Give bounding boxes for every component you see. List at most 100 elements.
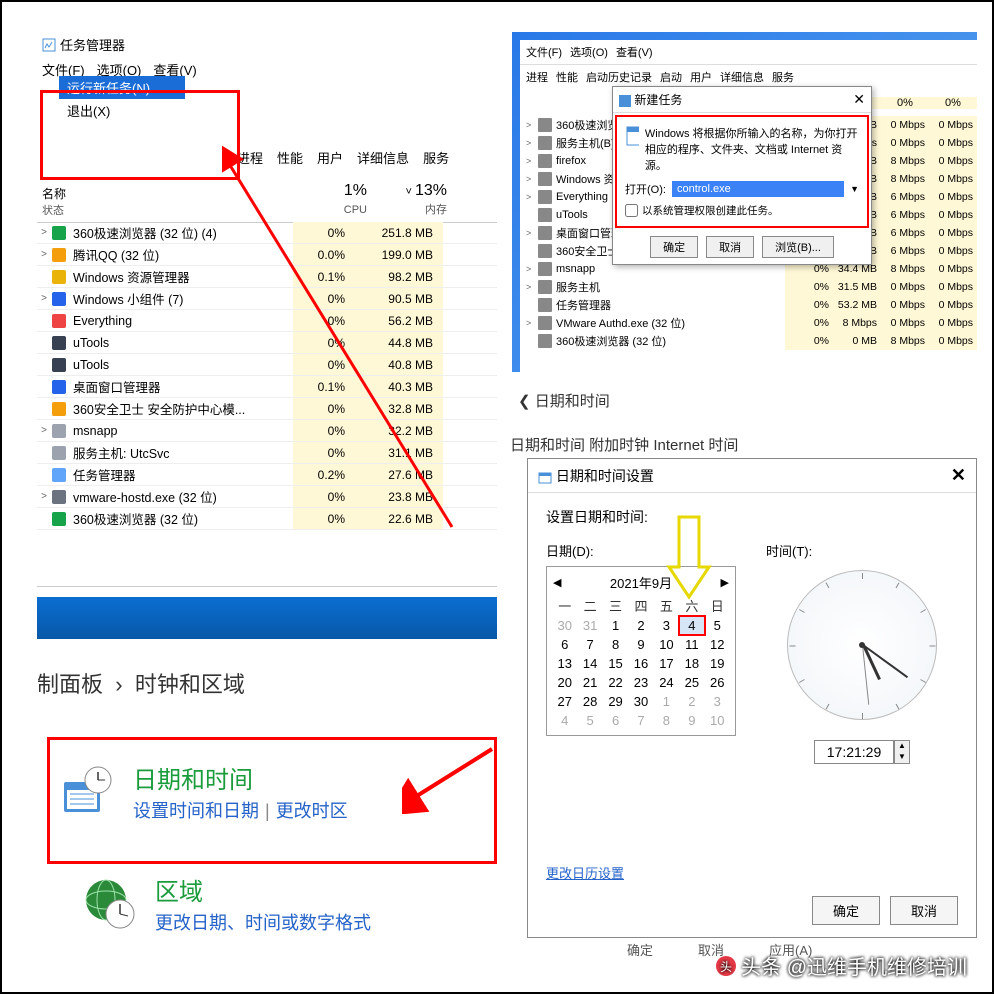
spin-up[interactable]: ▲ xyxy=(895,741,909,752)
calendar-day[interactable]: 6 xyxy=(604,712,627,729)
taskmgr-icon xyxy=(42,38,56,52)
table-row[interactable]: 360极速浏览器 (32 位)0%22.6 MB xyxy=(37,508,497,530)
calendar-day[interactable]: 10 xyxy=(706,712,729,729)
calendar-day[interactable]: 29 xyxy=(604,693,627,710)
yellow-arrow-annotation xyxy=(664,512,714,602)
spin-down[interactable]: ▼ xyxy=(895,752,909,763)
calendar-day[interactable]: 16 xyxy=(629,655,652,672)
change-calendar-link[interactable]: 更改日历设置 xyxy=(546,863,624,882)
time-input[interactable]: ▲▼ xyxy=(766,740,958,764)
calendar-day[interactable]: 6 xyxy=(553,636,576,653)
calendar-day[interactable]: 26 xyxy=(706,674,729,691)
calendar-day[interactable]: 8 xyxy=(604,636,627,653)
calendar-day[interactable]: 23 xyxy=(629,674,652,691)
table-row[interactable]: 服务主机: UtcSvc0%31.1 MB xyxy=(37,442,497,464)
calendar-day[interactable]: 8 xyxy=(655,712,678,729)
calendar-day[interactable]: 3 xyxy=(706,693,729,710)
calendar-day[interactable]: 1 xyxy=(604,617,627,634)
calendar-day[interactable]: 25 xyxy=(680,674,703,691)
calendar-day[interactable]: 24 xyxy=(655,674,678,691)
calendar-day[interactable]: 18 xyxy=(680,655,703,672)
calendar-day[interactable]: 14 xyxy=(578,655,601,672)
table-row[interactable]: 任务管理器0%53.2 MB0 Mbps0 Mbps xyxy=(526,296,977,314)
table-row[interactable]: Windows 资源管理器0.1%98.2 MB xyxy=(37,266,497,288)
calendar-day[interactable]: 30 xyxy=(553,617,576,634)
prev-month[interactable]: ◀ xyxy=(553,576,561,589)
globe-clock-icon xyxy=(82,876,137,931)
close-icon[interactable]: ✕ xyxy=(951,465,966,486)
calendar-clock-icon xyxy=(60,764,115,819)
cp-datetime[interactable]: 日期和时间 设置时间和日期|更改时区 xyxy=(60,760,484,823)
table-row[interactable]: Everything0%56.2 MB xyxy=(37,310,497,332)
calendar-day[interactable]: 5 xyxy=(578,712,601,729)
analog-clock xyxy=(787,570,937,720)
admin-checkbox[interactable] xyxy=(625,204,638,217)
dt-tabs: 日期和时间 附加时钟 Internet 时间 xyxy=(510,434,738,455)
calendar-day[interactable]: 15 xyxy=(604,655,627,672)
calendar-day[interactable]: 5 xyxy=(706,617,729,634)
table-row[interactable]: uTools0%44.8 MB xyxy=(37,332,497,354)
calendar-day[interactable]: 11 xyxy=(680,636,703,653)
table-row[interactable]: uTools0%40.8 MB xyxy=(37,354,497,376)
run-dialog: 新建任务 ✕ Windows 将根据你所输入的名称，为你打开相应的程序、文件夹、… xyxy=(612,86,872,265)
calendar-day[interactable]: 22 xyxy=(604,674,627,691)
table-row[interactable]: >腾讯QQ (32 位)0.0%199.0 MB xyxy=(37,244,497,266)
table-row[interactable]: >VMware Authd.exe (32 位)0%8 Mbps0 Mbps0 … xyxy=(526,314,977,332)
process-list: >360极速浏览器 (32 位) (4)0%251.8 MB>腾讯QQ (32 … xyxy=(37,222,497,530)
table-row[interactable]: >360极速浏览器 (32 位) (4)0%251.8 MB xyxy=(37,222,497,244)
calendar-day[interactable]: 20 xyxy=(553,674,576,691)
close-icon[interactable]: ✕ xyxy=(853,91,865,108)
tm-tabs: 进程 性能 用户 详细信息 服务 xyxy=(237,148,449,167)
red-highlight-box xyxy=(40,90,240,180)
table-row[interactable]: 桌面窗口管理器0.1%40.3 MB xyxy=(37,376,497,398)
dt-header: ❮ 日期和时间 xyxy=(518,390,610,411)
calendar-day[interactable]: 3 xyxy=(655,617,678,634)
tm-title: 任务管理器 xyxy=(37,32,202,57)
calendar-day[interactable]: 4 xyxy=(680,617,703,634)
calendar-day[interactable]: 7 xyxy=(578,636,601,653)
calendar-day[interactable]: 1 xyxy=(655,693,678,710)
tab-users[interactable]: 用户 xyxy=(317,148,343,167)
taskmgr-run-panel: 文件(F) 选项(O) 查看(V) 进程 性能 启动历史记录 启动 用户 详细信… xyxy=(512,32,977,372)
cp-region[interactable]: 区域 更改日期、时间或数字格式 xyxy=(82,872,371,935)
dt-ok-button[interactable]: 确定 xyxy=(812,896,880,925)
calendar-day[interactable]: 28 xyxy=(578,693,601,710)
calendar-day[interactable]: 9 xyxy=(680,712,703,729)
table-row[interactable]: >服务主机0%31.5 MB0 Mbps0 Mbps xyxy=(526,278,977,296)
calendar-day[interactable]: 10 xyxy=(655,636,678,653)
run-cancel-button[interactable]: 取消 xyxy=(706,236,754,258)
run-app-icon xyxy=(625,125,639,153)
tm-column-headers: 名称状态 1%CPU ˅ 13%内存 xyxy=(37,182,497,223)
table-row[interactable]: >vmware-hostd.exe (32 位)0%23.8 MB xyxy=(37,486,497,508)
calendar-day[interactable]: 30 xyxy=(629,693,652,710)
run-browse-button[interactable]: 浏览(B)... xyxy=(762,236,834,258)
calendar-day[interactable]: 7 xyxy=(629,712,652,729)
control-panel-items: 日期和时间 设置时间和日期|更改时区 xyxy=(47,737,497,864)
calendar-day[interactable]: 21 xyxy=(578,674,601,691)
table-row[interactable]: >msnapp0%32.2 MB xyxy=(37,420,497,442)
calendar-day[interactable]: 2 xyxy=(680,693,703,710)
calendar-day[interactable]: 17 xyxy=(655,655,678,672)
tab-processes[interactable]: 进程 xyxy=(237,148,263,167)
dt-cancel-button[interactable]: 取消 xyxy=(890,896,958,925)
table-row[interactable]: 任务管理器0.2%27.6 MB xyxy=(37,464,497,486)
tab-services[interactable]: 服务 xyxy=(423,148,449,167)
calendar-day[interactable]: 12 xyxy=(706,636,729,653)
tab-details[interactable]: 详细信息 xyxy=(357,148,409,167)
calendar-day[interactable]: 27 xyxy=(553,693,576,710)
table-row[interactable]: 360安全卫士 安全防护中心模...0%32.8 MB xyxy=(37,398,497,420)
calendar-day[interactable]: 13 xyxy=(553,655,576,672)
next-month[interactable]: ▶ xyxy=(721,576,729,589)
calendar-day[interactable]: 19 xyxy=(706,655,729,672)
run-input[interactable] xyxy=(672,181,844,197)
run-ok-button[interactable]: 确定 xyxy=(650,236,698,258)
breadcrumb: 制面板 › 时钟和区域 xyxy=(37,667,245,699)
chevron-down-icon[interactable]: ▼ xyxy=(850,184,859,194)
table-row[interactable]: >Windows 小组件 (7)0%90.5 MB xyxy=(37,288,497,310)
calendar-day[interactable]: 2 xyxy=(629,617,652,634)
calendar-day[interactable]: 9 xyxy=(629,636,652,653)
calendar-day[interactable]: 31 xyxy=(578,617,601,634)
calendar-day[interactable]: 4 xyxy=(553,712,576,729)
table-row[interactable]: 360极速浏览器 (32 位)0%0 MB8 Mbps0 Mbps xyxy=(526,332,977,350)
tab-performance[interactable]: 性能 xyxy=(277,148,303,167)
